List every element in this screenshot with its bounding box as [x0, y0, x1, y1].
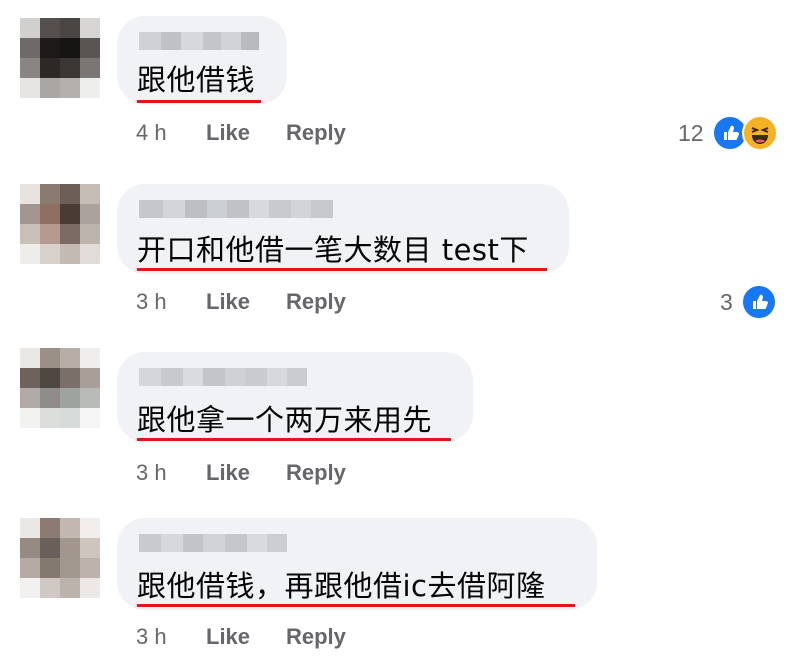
- comment-meta: 3 h Like Reply: [136, 622, 346, 652]
- avatar[interactable]: [20, 184, 100, 264]
- commenter-name-blurred[interactable]: [139, 534, 287, 552]
- like-button[interactable]: Like: [206, 460, 286, 486]
- like-button[interactable]: Like: [206, 624, 286, 650]
- comment-meta: 3 h Like Reply: [136, 287, 346, 317]
- avatar[interactable]: [20, 348, 100, 428]
- reply-button[interactable]: Reply: [286, 120, 346, 146]
- comment-bubble: 跟他借钱: [117, 16, 287, 104]
- comment-text: 开口和他借一笔大数目 test下: [137, 233, 529, 267]
- avatar[interactable]: [20, 18, 100, 98]
- reaction-summary[interactable]: 12: [678, 115, 778, 151]
- comment-bubble: 跟他拿一个两万来用先: [117, 352, 473, 442]
- reaction-count: 3: [720, 288, 733, 315]
- comment-text: 跟他借钱，再跟他借ic去借阿隆: [137, 569, 546, 603]
- like-button[interactable]: Like: [206, 120, 286, 146]
- comment-text: 跟他拿一个两万来用先: [137, 403, 433, 437]
- comment-bubble: 开口和他借一笔大数目 test下: [117, 184, 569, 274]
- reply-button[interactable]: Reply: [286, 289, 346, 315]
- comment-meta: 4 h Like Reply: [136, 118, 346, 148]
- reaction-count: 12: [678, 119, 704, 146]
- reply-button[interactable]: Reply: [286, 460, 346, 486]
- like-icon: [740, 284, 777, 320]
- red-underline: [137, 438, 451, 441]
- comment-time[interactable]: 3 h: [136, 624, 206, 650]
- commenter-name-blurred[interactable]: [139, 368, 307, 386]
- comment-bubble: 跟他借钱，再跟他借ic去借阿隆: [117, 518, 597, 610]
- comment-time[interactable]: 3 h: [136, 460, 206, 486]
- red-underline: [137, 100, 261, 103]
- comment-time[interactable]: 4 h: [136, 120, 206, 146]
- reply-button[interactable]: Reply: [286, 624, 346, 650]
- haha-icon: [741, 115, 778, 151]
- red-underline: [137, 268, 547, 271]
- commenter-name-blurred[interactable]: [139, 32, 259, 50]
- comment-thread: 跟他借钱 4 h Like Reply 12 开口和他借一笔大数目 test下 …: [0, 0, 800, 670]
- comment-time[interactable]: 3 h: [136, 289, 206, 315]
- avatar[interactable]: [20, 518, 100, 598]
- comment-meta: 3 h Like Reply: [136, 458, 346, 488]
- red-underline: [137, 604, 575, 607]
- reaction-summary[interactable]: 3: [720, 284, 777, 320]
- commenter-name-blurred[interactable]: [139, 200, 333, 218]
- comment-text: 跟他借钱: [137, 63, 256, 97]
- like-button[interactable]: Like: [206, 289, 286, 315]
